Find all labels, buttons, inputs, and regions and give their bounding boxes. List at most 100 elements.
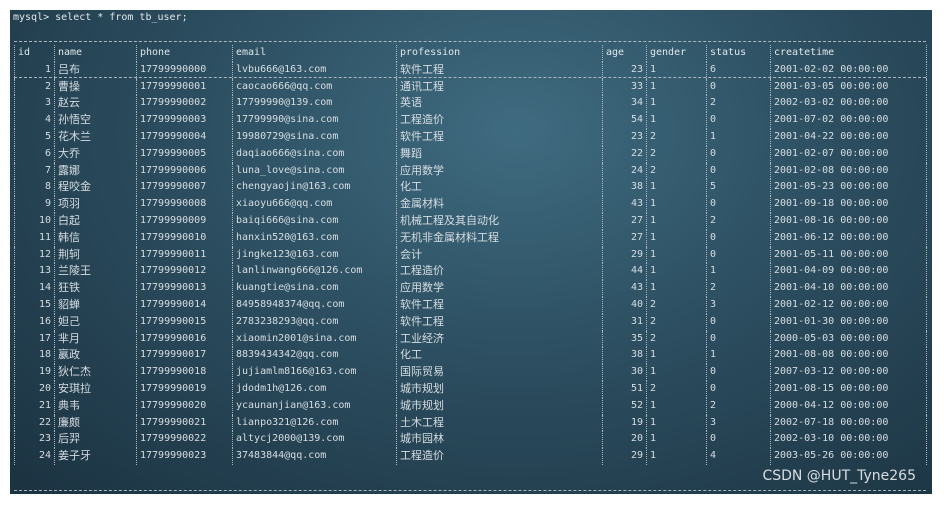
- cell-id: 12: [14, 246, 55, 264]
- cell-status: 3: [706, 414, 771, 432]
- cell-id: 5: [14, 128, 55, 146]
- cell-name: 韩信: [54, 229, 137, 247]
- cell-email: 8839434342@qq.com: [232, 347, 397, 365]
- cell-createtime: 2001-04-10 00:00:00: [770, 280, 927, 297]
- watermark: CSDN @HUT_Tyne265: [762, 468, 916, 484]
- cell-profession: 金属材料: [396, 196, 603, 213]
- cell-profession: 土木工程: [396, 414, 603, 432]
- cell-gender: 1: [646, 347, 707, 365]
- cell-profession: 无机非金属材料工程: [396, 229, 603, 247]
- cell-status: 0: [706, 330, 771, 348]
- cell-createtime: 2001-09-18 00:00:00: [770, 196, 927, 213]
- cell-phone: 17799990006: [136, 162, 233, 180]
- cell-email: xiaomin2001@sina.com: [232, 330, 397, 348]
- cell-age: 44: [602, 263, 647, 281]
- cell-id: 6: [14, 145, 55, 163]
- cell-profession: 软件工程: [396, 128, 603, 146]
- cell-age: 30: [602, 364, 647, 381]
- column-header-name: name: [54, 45, 137, 62]
- cell-gender: 1: [646, 179, 707, 197]
- cell-gender: 2: [646, 330, 707, 348]
- cell-createtime: 2001-08-16 00:00:00: [770, 212, 927, 230]
- cell-gender: 1: [646, 229, 707, 247]
- cell-phone: 17799990004: [136, 128, 233, 146]
- cell-phone: 17799990001: [136, 78, 233, 96]
- cell-profession: 工业经济: [396, 330, 603, 348]
- table-row: 3 赵云 17799990002 17799990@139.com 英语 34 1 2 2002…: [14, 95, 927, 113]
- cell-id: 2: [14, 78, 55, 96]
- cell-phone: 17799990009: [136, 212, 233, 230]
- cell-profession: 机械工程及其自动化: [396, 212, 603, 230]
- cell-status: 4: [706, 448, 771, 465]
- cell-phone: 17799990023: [136, 448, 233, 465]
- cell-profession: 英语: [396, 95, 603, 113]
- cell-id: 18: [14, 347, 55, 365]
- cell-profession: 化工: [396, 179, 603, 197]
- cell-name: 典韦: [54, 397, 137, 415]
- cell-id: 15: [14, 296, 55, 314]
- cell-profession: 会计: [396, 246, 603, 264]
- cell-email: jujiamlm8166@163.com: [232, 364, 397, 381]
- cell-createtime: 2001-04-22 00:00:00: [770, 128, 927, 146]
- table-row: 8 程咬金 17799990007 chengyaojin@163.com 化工 38 1 5…: [14, 179, 927, 197]
- cell-email: daqiao666@sina.com: [232, 145, 397, 163]
- table-row: 11 韩信 17799990010 hanxin520@163.com 无机非金属材料工…: [14, 229, 927, 247]
- cell-createtime: 2002-03-02 00:00:00: [770, 95, 927, 113]
- cell-email: 37483844@qq.com: [232, 448, 397, 465]
- column-header-createtime: createtime: [770, 45, 927, 62]
- cell-email: xiaoyu666@qq.com: [232, 196, 397, 213]
- header-separator: [14, 77, 926, 78]
- cell-phone: 17799990007: [136, 179, 233, 197]
- cell-phone: 17799990019: [136, 380, 233, 398]
- column-header-profession: profession: [396, 45, 603, 62]
- cell-status: 2: [706, 397, 771, 415]
- cell-phone: 17799990005: [136, 145, 233, 163]
- cell-profession: 城市规划: [396, 380, 603, 398]
- cell-name: 狂铁: [54, 280, 137, 297]
- terminal-window[interactable]: mysql> select * from tb_user; id name phon…: [10, 10, 932, 494]
- table-body: 1 吕布 17799990000 lvbu666@163.com 软件工程 23 1 6 200…: [14, 61, 927, 465]
- cell-name: 大乔: [54, 145, 137, 163]
- cell-profession: 软件工程: [396, 296, 603, 314]
- cell-email: 17799990@sina.com: [232, 112, 397, 129]
- cell-name: 兰陵王: [54, 263, 137, 281]
- table-row: 17 芈月 17799990016 xiaomin2001@sina.com 工业经济 3…: [14, 330, 927, 348]
- table-row: 13 兰陵王 17799990012 lanlinwang666@126.com 工程造…: [14, 263, 927, 281]
- cell-status: 0: [706, 246, 771, 264]
- table-top-border: [14, 41, 926, 42]
- cell-age: 38: [602, 179, 647, 197]
- cell-id: 13: [14, 263, 55, 281]
- cell-phone: 17799990002: [136, 95, 233, 113]
- cell-id: 7: [14, 162, 55, 180]
- cell-phone: 17799990014: [136, 296, 233, 314]
- cell-id: 20: [14, 380, 55, 398]
- cell-gender: 2: [646, 128, 707, 146]
- table-row: 16 妲己 17799990015 2783238293@qq.com 软件工程 31 2 0…: [14, 313, 927, 331]
- cell-id: 19: [14, 364, 55, 381]
- cell-createtime: 2003-05-26 00:00:00: [770, 448, 927, 465]
- cell-phone: 17799990020: [136, 397, 233, 415]
- cell-gender: 1: [646, 95, 707, 113]
- cell-email: chengyaojin@163.com: [232, 179, 397, 197]
- cell-name: 花木兰: [54, 128, 137, 146]
- cell-status: 1: [706, 263, 771, 281]
- cell-phone: 17799990017: [136, 347, 233, 365]
- cell-age: 43: [602, 196, 647, 213]
- cell-status: 0: [706, 196, 771, 213]
- table-row: 9 项羽 17799990008 xiaoyu666@qq.com 金属材料 43 1 0 20…: [14, 196, 927, 213]
- cell-createtime: 2001-02-12 00:00:00: [770, 296, 927, 314]
- cell-gender: 2: [646, 313, 707, 331]
- table-row: 15 貂蝉 17799990014 84958948374@qq.com 软件工程 40 2…: [14, 296, 927, 314]
- cell-gender: 1: [646, 414, 707, 432]
- cell-status: 2: [706, 212, 771, 230]
- cell-gender: 2: [646, 145, 707, 163]
- cell-status: 0: [706, 313, 771, 331]
- cell-name: 安琪拉: [54, 380, 137, 398]
- cell-createtime: 2000-04-12 00:00:00: [770, 397, 927, 415]
- cell-age: 33: [602, 78, 647, 96]
- cell-profession: 工程造价: [396, 448, 603, 465]
- cell-gender: 2: [646, 380, 707, 398]
- cell-createtime: 2001-08-15 00:00:00: [770, 380, 927, 398]
- cell-name: 芈月: [54, 330, 137, 348]
- table-row: 23 后羿 17799990022 altycj2000@139.com 城市园林 20 1…: [14, 431, 927, 449]
